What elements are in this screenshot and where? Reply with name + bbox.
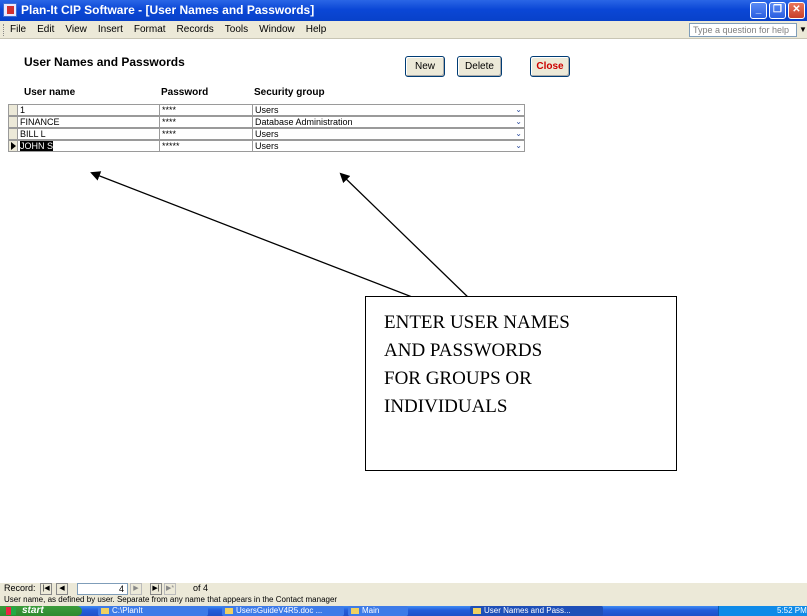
folder-icon [101, 608, 109, 614]
annotation-callout: ENTER USER NAMES AND PASSWORDS FOR GROUP… [365, 296, 677, 471]
taskbar-item-label: Main [362, 606, 380, 615]
status-bar: User name, as defined by user. Separate … [0, 595, 807, 606]
first-record-icon[interactable]: |◀ [40, 583, 52, 595]
taskbar-item-word-doc[interactable]: UsersGuideV4R5.doc ... [222, 606, 344, 616]
system-tray: 5:52 PM [718, 606, 807, 616]
taskbar-item-main[interactable]: Main [348, 606, 408, 616]
callout-line: INDIVIDUALS [384, 396, 508, 417]
next-record-icon[interactable]: ▶ [130, 583, 142, 595]
new-record-icon[interactable]: ▶* [164, 583, 176, 595]
taskbar-item-label: C:\PlanIt [112, 606, 143, 615]
form-icon [473, 608, 481, 614]
document-icon [225, 608, 233, 614]
last-record-icon[interactable]: ▶| [150, 583, 162, 595]
taskbar-item-label: User Names and Pass... [484, 606, 571, 615]
windows-logo-icon [6, 607, 16, 615]
taskbar-item-user-names[interactable]: User Names and Pass... [470, 606, 603, 616]
callout-line: AND PASSWORDS [384, 340, 543, 361]
taskbar-item-folder[interactable]: C:\PlanIt [98, 606, 208, 616]
clock: 5:52 PM [777, 606, 807, 615]
callout-line: FOR GROUPS OR [384, 368, 532, 389]
taskbar: start C:\PlanIt UsersGuideV4R5.doc ... M… [0, 606, 807, 616]
record-navigation-bar: Record: |◀ ◀ 4 ▶ ▶| ▶* of 4 [0, 583, 807, 595]
record-count: of 4 [193, 583, 209, 593]
current-record-input[interactable]: 4 [77, 583, 128, 595]
callout-line: ENTER USER NAMES [384, 312, 570, 333]
form-icon [351, 608, 359, 614]
start-label: start [22, 605, 44, 616]
previous-record-icon[interactable]: ◀ [56, 583, 68, 595]
record-label: Record: [4, 583, 36, 593]
start-button[interactable]: start [0, 606, 82, 616]
taskbar-item-label: UsersGuideV4R5.doc ... [236, 606, 323, 615]
